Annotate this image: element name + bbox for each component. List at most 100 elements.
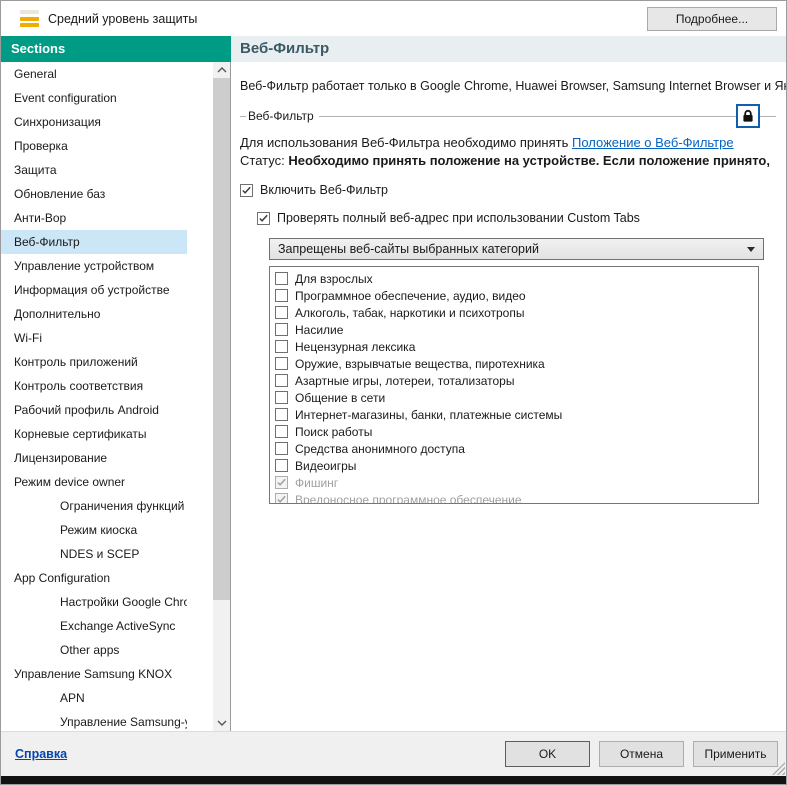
sidebar-item[interactable]: Рабочий профиль Android <box>1 398 187 422</box>
filter-mode-dropdown[interactable]: Запрещены веб-сайты выбранных категорий <box>269 238 764 260</box>
sidebar-item[interactable]: Ограничения функций <box>1 494 187 518</box>
sidebar-item[interactable]: General <box>1 62 187 86</box>
category-label: Нецензурная лексика <box>295 340 415 354</box>
sidebar-item[interactable]: Синхронизация <box>1 110 187 134</box>
sidebar-item[interactable]: Other apps <box>1 638 187 662</box>
category-checkbox[interactable] <box>275 391 288 404</box>
titlebar: Средний уровень защиты Подробнее... <box>1 1 786 36</box>
button-group: OK Отмена Применить <box>505 741 778 767</box>
window-bottom-edge <box>1 776 786 784</box>
sidebar-item[interactable]: Дополнительно <box>1 302 187 326</box>
category-row: Для взрослых <box>270 270 758 287</box>
category-checkbox[interactable] <box>275 340 288 353</box>
sidebar-item[interactable]: Wi-Fi <box>1 326 187 350</box>
sidebar-item[interactable]: APN <box>1 686 187 710</box>
category-checkbox[interactable] <box>275 374 288 387</box>
category-row: Алкоголь, табак, наркотики и психотропы <box>270 304 758 321</box>
category-checkbox[interactable] <box>275 272 288 285</box>
sidebar-item[interactable]: Управление Samsung-устройством <box>1 710 187 731</box>
sidebar-item[interactable]: Настройки Google Chrome <box>1 590 187 614</box>
sidebar-item[interactable]: Управление устройством <box>1 254 187 278</box>
sidebar-item[interactable]: Веб-Фильтр <box>1 230 187 254</box>
category-checkbox[interactable] <box>275 357 288 370</box>
sidebar-scrollbar[interactable] <box>213 62 230 731</box>
accept-text: Для использования Веб-Фильтра необходимо… <box>240 135 572 150</box>
sidebar-item[interactable]: Режим device owner <box>1 470 187 494</box>
lock-icon[interactable] <box>736 104 760 128</box>
category-checkbox <box>275 476 288 489</box>
category-row: Оружие, взрывчатые вещества, пиротехника <box>270 355 758 372</box>
enable-webfilter-label: Включить Веб-Фильтр <box>260 183 388 197</box>
category-label: Поиск работы <box>295 425 372 439</box>
sidebar-item[interactable]: App Configuration <box>1 566 187 590</box>
scroll-down-button[interactable] <box>213 715 230 731</box>
check-icon <box>276 477 287 488</box>
category-checkbox[interactable] <box>275 289 288 302</box>
check-icon <box>258 213 269 224</box>
ok-button[interactable]: OK <box>505 741 590 767</box>
sidebar-item[interactable]: Информация об устройстве <box>1 278 187 302</box>
status-line: Статус: Необходимо принять положение на … <box>240 153 786 168</box>
category-checkbox[interactable] <box>275 306 288 319</box>
category-label: Для взрослых <box>295 272 373 286</box>
protection-level-title: Средний уровень защиты <box>48 12 197 26</box>
category-label: Насилие <box>295 323 343 337</box>
category-row: Вредоносное программное обеспечение <box>270 491 758 504</box>
sidebar-item[interactable]: Управление Samsung KNOX <box>1 662 187 686</box>
category-label: Общение в сети <box>295 391 385 405</box>
sidebar-item[interactable]: Контроль приложений <box>1 350 187 374</box>
sidebar-item[interactable]: Контроль соответствия <box>1 374 187 398</box>
category-row: Поиск работы <box>270 423 758 440</box>
sidebar-list: GeneralEvent configurationСинхронизацияП… <box>1 62 231 731</box>
sidebar-item[interactable]: Обновление баз <box>1 182 187 206</box>
details-button[interactable]: Подробнее... <box>647 7 777 31</box>
category-row: Общение в сети <box>270 389 758 406</box>
sidebar-item[interactable]: Event configuration <box>1 86 187 110</box>
category-label: Оружие, взрывчатые вещества, пиротехника <box>295 357 545 371</box>
category-row: Видеоигры <box>270 457 758 474</box>
category-label: Алкоголь, табак, наркотики и психотропы <box>295 306 524 320</box>
cancel-button[interactable]: Отмена <box>599 741 684 767</box>
sidebar-item[interactable]: Exchange ActiveSync <box>1 614 187 638</box>
category-checkbox[interactable] <box>275 323 288 336</box>
footer: Справка OK Отмена Применить <box>1 731 786 776</box>
category-row: Фишинг <box>270 474 758 491</box>
enable-webfilter-checkbox[interactable] <box>240 184 253 197</box>
main-panel: Веб-Фильтр Веб-Фильтр работает только в … <box>231 36 786 731</box>
scroll-up-button[interactable] <box>213 62 230 78</box>
webfilter-statement-link[interactable]: Положение о Веб-Фильтре <box>572 135 734 150</box>
apply-button[interactable]: Применить <box>693 741 778 767</box>
level-bar-middle <box>20 17 39 21</box>
settings-window: Средний уровень защиты Подробнее... Sect… <box>0 0 787 785</box>
scrollbar-thumb[interactable] <box>213 78 230 600</box>
category-row: Насилие <box>270 321 758 338</box>
chevron-down-icon <box>747 247 755 252</box>
status-text: Необходимо принять положение на устройст… <box>288 153 770 168</box>
full-url-checkbox[interactable] <box>257 212 270 225</box>
intro-text: Веб-Фильтр работает только в Google Chro… <box>240 79 786 93</box>
webfilter-groupbox-header: Веб-Фильтр <box>240 104 776 128</box>
category-checkbox[interactable] <box>275 442 288 455</box>
accept-line: Для использования Веб-Фильтра необходимо… <box>240 135 786 150</box>
category-checkbox[interactable] <box>275 408 288 421</box>
content-row: Sections GeneralEvent configurationСинхр… <box>1 36 786 731</box>
category-checkbox <box>275 493 288 504</box>
category-label: Программное обеспечение, аудио, видео <box>295 289 526 303</box>
sidebar-item[interactable]: Проверка <box>1 134 187 158</box>
category-row: Программное обеспечение, аудио, видео <box>270 287 758 304</box>
sidebar-item[interactable]: Режим киоска <box>1 518 187 542</box>
check-icon <box>241 185 252 196</box>
page-title: Веб-Фильтр <box>231 36 786 62</box>
category-label: Вредоносное программное обеспечение <box>295 493 522 505</box>
chevron-down-icon <box>217 720 227 726</box>
help-link[interactable]: Справка <box>15 747 67 761</box>
sidebar-item[interactable]: Защита <box>1 158 187 182</box>
category-checkbox[interactable] <box>275 425 288 438</box>
filter-mode-value: Запрещены веб-сайты выбранных категорий <box>278 242 539 256</box>
main-content: Веб-Фильтр работает только в Google Chro… <box>231 62 786 731</box>
sidebar-item[interactable]: Анти-Вор <box>1 206 187 230</box>
sidebar-item[interactable]: NDES и SCEP <box>1 542 187 566</box>
category-checkbox[interactable] <box>275 459 288 472</box>
sidebar-item[interactable]: Лицензирование <box>1 446 187 470</box>
sidebar-item[interactable]: Корневые сертификаты <box>1 422 187 446</box>
